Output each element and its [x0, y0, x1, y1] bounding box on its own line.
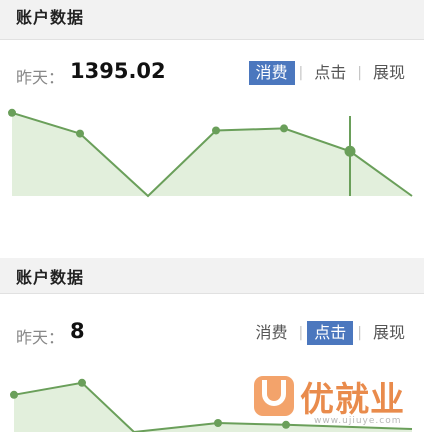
tab-consumption[interactable]: 消费 — [249, 321, 295, 345]
logo-badge-icon — [254, 376, 294, 416]
metric-value: 1395.02 — [70, 59, 166, 83]
watermark-url: www.ujiuye.com — [314, 416, 402, 426]
metric-tabs: 消费 | 点击 | 展现 — [248, 60, 412, 86]
data-point — [280, 124, 288, 133]
metric-row: 昨天： 1395.02 消费 | 点击 | 展现 — [0, 58, 424, 88]
watermark-brand: 优就业 — [300, 380, 405, 420]
panel-title: 账户数据 — [16, 268, 85, 287]
metric-row: 昨天： 8 消费 | 点击 | 展现 — [0, 318, 424, 348]
metric-value: 8 — [70, 319, 85, 343]
panel-title: 账户数据 — [16, 8, 85, 27]
tab-consumption[interactable]: 消费 — [248, 61, 295, 85]
tab-impressions[interactable]: 展现 — [366, 321, 412, 345]
tab-clicks[interactable]: 点击 — [307, 61, 353, 85]
tab-separator: | — [357, 65, 362, 81]
data-point — [76, 129, 84, 138]
metric-label: 昨天： — [16, 328, 65, 347]
metric-label: 昨天： — [16, 68, 65, 87]
data-point — [212, 126, 220, 135]
account-data-panel-1: 账户数据 昨天： 1395.02 消费 | 点击 | 展现 — [0, 0, 424, 226]
trend-chart[interactable] — [0, 100, 424, 226]
panel-header: 账户数据 — [0, 0, 424, 40]
data-point — [8, 108, 16, 117]
tab-separator: | — [298, 65, 304, 81]
panel-header: 账户数据 — [0, 258, 424, 294]
tab-impressions[interactable]: 展现 — [366, 61, 412, 85]
metric-tabs: 消费 | 点击 | 展现 — [249, 320, 412, 346]
tab-separator: | — [357, 325, 362, 341]
data-point — [10, 390, 18, 399]
data-point — [78, 378, 86, 387]
watermark-logo: 优就业 www.ujiuye.com — [254, 372, 422, 430]
panel-gap — [0, 226, 424, 258]
tab-separator: | — [298, 325, 304, 341]
data-point — [214, 419, 222, 427]
data-point — [344, 145, 356, 157]
tab-clicks[interactable]: 点击 — [307, 321, 354, 345]
